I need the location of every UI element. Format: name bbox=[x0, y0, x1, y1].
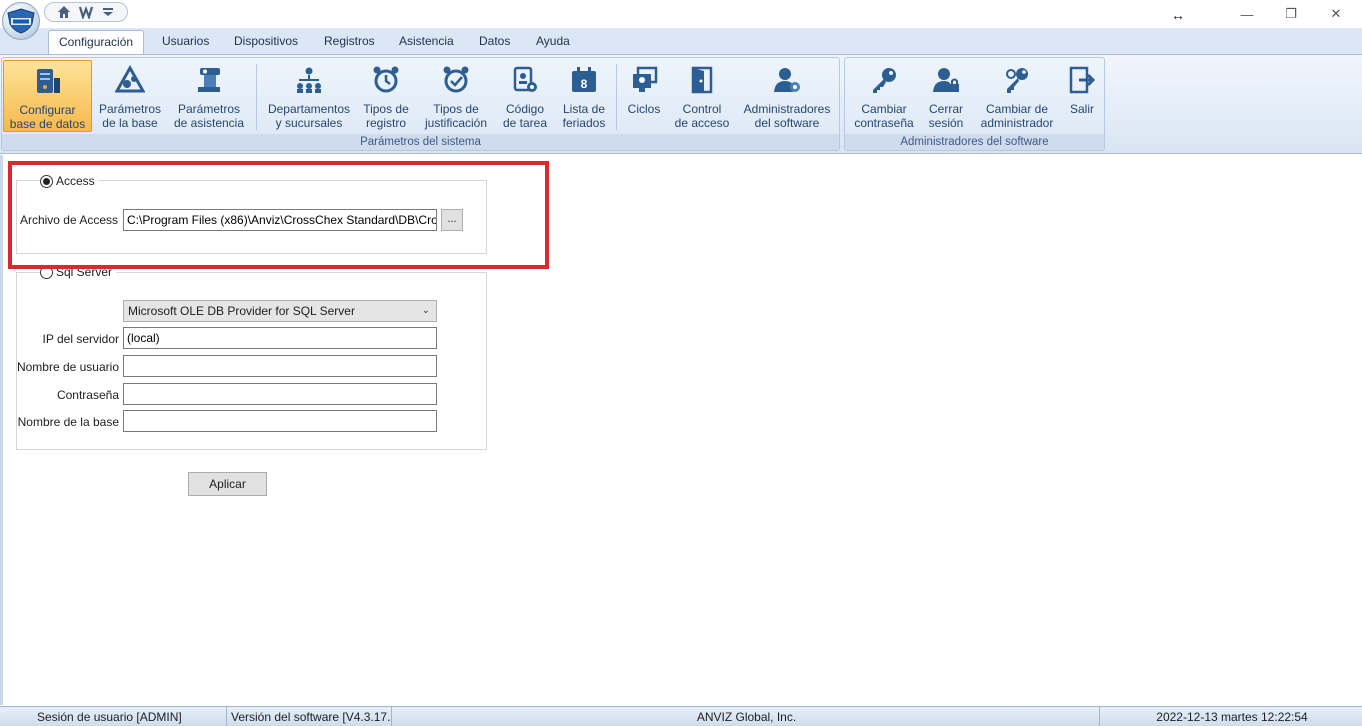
svg-text:8: 8 bbox=[581, 77, 588, 91]
software-admins-button[interactable]: Administradores del software bbox=[739, 60, 835, 132]
tab-ayuda[interactable]: Ayuda bbox=[526, 30, 580, 54]
password-label: Contraseña bbox=[56, 388, 119, 402]
keys-icon bbox=[1001, 64, 1033, 96]
badge-gear-icon bbox=[509, 64, 541, 96]
restore-button[interactable]: ❐ bbox=[1268, 0, 1314, 28]
dbname-label: Nombre de la base bbox=[17, 415, 119, 429]
status-session: Sesión de usuario [ADMIN] bbox=[0, 707, 227, 726]
ribbon-separator bbox=[256, 64, 257, 130]
close-button[interactable]: ✕ bbox=[1313, 0, 1359, 28]
tab-dispositivos[interactable]: Dispositivos bbox=[224, 30, 308, 54]
provider-value: Microsoft OLE DB Provider for SQL Server bbox=[128, 304, 355, 318]
attendance-parameters-button[interactable]: Parámetros de asistencia bbox=[170, 60, 248, 132]
alarm-clock-icon bbox=[370, 64, 402, 96]
highlight-annotation bbox=[8, 161, 549, 269]
cycles-button[interactable]: Ciclos bbox=[622, 60, 666, 132]
tab-datos[interactable]: Datos bbox=[469, 30, 520, 54]
door-icon bbox=[686, 64, 718, 96]
username-input[interactable] bbox=[123, 355, 437, 377]
dbname-input[interactable] bbox=[123, 410, 437, 432]
access-control-button[interactable]: Control de acceso bbox=[670, 60, 734, 132]
key-icon bbox=[868, 64, 900, 96]
tab-asistencia[interactable]: Asistencia bbox=[389, 30, 464, 54]
group-parametros-sistema: Configurar base de datos Parámetros de l… bbox=[1, 57, 840, 151]
status-version: Versión del software [V4.3.17.2] bbox=[229, 707, 392, 726]
shield-logo-icon bbox=[7, 8, 35, 34]
change-password-button[interactable]: Cambiar contraseña bbox=[851, 60, 917, 132]
status-datetime: 2022-12-13 martes 12:22:54 bbox=[1156, 710, 1308, 724]
change-admin-button[interactable]: Cambiar de administrador bbox=[976, 60, 1058, 132]
app-logo[interactable] bbox=[2, 2, 40, 40]
tab-registros[interactable]: Registros bbox=[314, 30, 385, 54]
tab-usuarios[interactable]: Usuarios bbox=[152, 30, 219, 54]
group-label: Administradores del software bbox=[845, 134, 1104, 150]
record-types-button[interactable]: Tipos de registro bbox=[358, 60, 414, 132]
holidays-button[interactable]: 8 Lista de feriados bbox=[557, 60, 611, 132]
exit-button[interactable]: Salir bbox=[1063, 60, 1101, 132]
ribbon-tabs: Configuración Usuarios Dispositivos Regi… bbox=[0, 28, 1362, 54]
attendance-settings-icon bbox=[193, 64, 225, 96]
chevron-down-icon: ⌄ bbox=[421, 305, 430, 316]
configure-database-button[interactable]: Configurar base de datos bbox=[3, 60, 92, 132]
quick-access-toolbar bbox=[44, 2, 128, 22]
database-server-icon bbox=[32, 65, 64, 97]
grid-icon[interactable] bbox=[78, 4, 94, 20]
server-ip-label: IP del servidor bbox=[42, 332, 119, 346]
admin-gear-icon bbox=[771, 64, 803, 96]
departments-button[interactable]: Departamentos y sucursales bbox=[264, 60, 354, 132]
database-parameters-button[interactable]: Parámetros de la base bbox=[95, 60, 165, 132]
ribbon-separator bbox=[616, 64, 617, 130]
username-label: Nombre de usuario bbox=[16, 360, 119, 374]
group-administradores: Cambiar contraseña Cerrar sesión Cambiar… bbox=[844, 57, 1105, 151]
resize-icon: ↔ bbox=[1171, 7, 1185, 23]
user-lock-icon bbox=[930, 64, 962, 96]
org-chart-icon bbox=[293, 64, 325, 96]
menu-icon[interactable] bbox=[100, 4, 116, 20]
title-bar: ↔ — ❐ ✕ bbox=[0, 0, 1362, 40]
group-label: Parámetros del sistema bbox=[2, 134, 839, 150]
server-ip-input[interactable]: (local) bbox=[123, 327, 437, 349]
justification-types-button[interactable]: Tipos de justificación bbox=[418, 60, 494, 132]
calendar-icon: 8 bbox=[568, 64, 600, 96]
alarm-clock-check-icon bbox=[440, 64, 472, 96]
cycles-icon bbox=[628, 64, 660, 96]
apply-button[interactable]: Aplicar bbox=[188, 472, 267, 496]
minimize-button[interactable]: — bbox=[1224, 0, 1270, 28]
tab-configuracion[interactable]: Configuración bbox=[48, 30, 145, 54]
logout-button[interactable]: Cerrar sesión bbox=[921, 60, 971, 132]
settings-triangle-icon bbox=[114, 64, 146, 96]
password-input[interactable] bbox=[123, 383, 437, 405]
status-bar: Sesión de usuario [ADMIN] Versión del so… bbox=[0, 706, 1362, 726]
provider-select[interactable]: Microsoft OLE DB Provider for SQL Server… bbox=[123, 300, 437, 322]
home-icon[interactable] bbox=[56, 4, 72, 20]
database-settings-panel: Access Archivo de Access C:\Program File… bbox=[0, 155, 1362, 705]
task-code-button[interactable]: Código de tarea bbox=[499, 60, 551, 132]
ribbon: Configurar base de datos Parámetros de l… bbox=[0, 54, 1362, 154]
exit-icon bbox=[1066, 64, 1098, 96]
status-company: ANVIZ Global, Inc. bbox=[394, 707, 1100, 726]
